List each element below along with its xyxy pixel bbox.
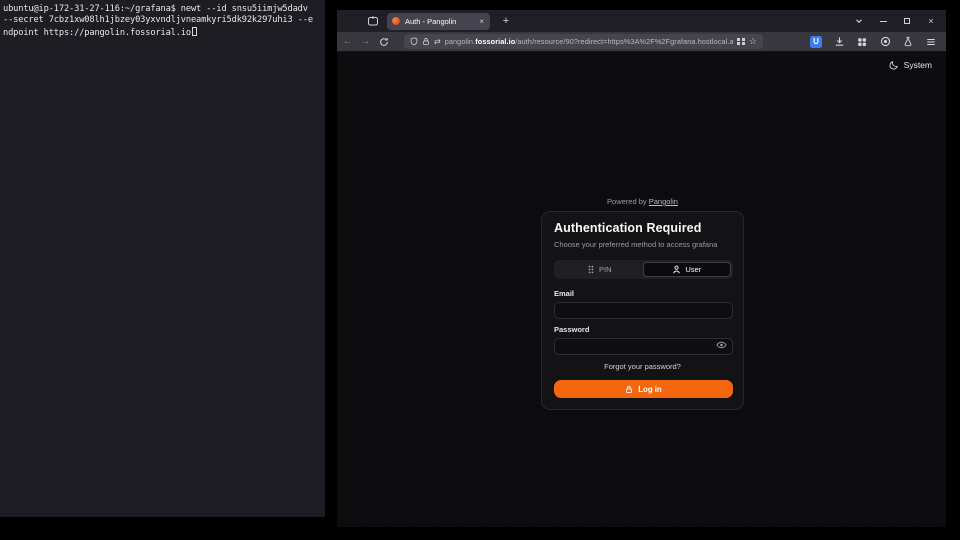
lock-icon <box>422 37 430 46</box>
terminal-cursor <box>192 27 197 36</box>
browser-window: Auth - Pangolin × + × ← → <box>337 10 946 527</box>
powered-by: Powered by Pangolin <box>541 197 744 206</box>
tab-bar: Auth - Pangolin × + × <box>337 10 946 32</box>
url-domain-prefix: pangolin. <box>445 37 476 46</box>
tab-user-label: User <box>685 265 701 274</box>
lock-icon <box>625 385 633 394</box>
terminal-line: ubuntu@ip-172-31-27-116:~/grafana$ newt … <box>3 4 322 15</box>
tab-user[interactable]: User <box>643 262 732 277</box>
extensions-icon <box>857 37 867 47</box>
shield-icon <box>410 37 418 46</box>
url-text: pangolin.fossorial.io/auth/resource/90?r… <box>445 37 734 46</box>
reload-button[interactable] <box>376 34 391 49</box>
terminal-line-text: ndpoint https://pangolin.fossorial.io <box>3 28 191 38</box>
toolbar-extensions: U <box>809 35 946 49</box>
theme-toggle-label: System <box>904 60 932 70</box>
forward-button[interactable]: → <box>358 34 373 49</box>
pangolin-favicon-icon <box>392 17 400 25</box>
auth-card: Authentication Required Choose your pref… <box>541 211 744 410</box>
minimize-icon <box>880 21 887 22</box>
theme-toggle-button[interactable]: System <box>889 60 932 70</box>
email-field[interactable] <box>554 302 733 319</box>
url-bar[interactable]: ⇄ pangolin.fossorial.io/auth/resource/90… <box>404 34 763 49</box>
powered-by-text: Powered by <box>607 197 647 206</box>
dialpad-icon <box>587 265 595 274</box>
tab-list-button[interactable] <box>853 15 865 27</box>
card-subtitle: Choose your preferred method to access g… <box>554 240 717 249</box>
profile-button[interactable] <box>878 35 892 49</box>
terminal-line: --secret 7cbz1xw08lh1jbzey03yxvndljvneam… <box>3 15 322 26</box>
user-icon <box>672 265 681 274</box>
browser-tab[interactable]: Auth - Pangolin × <box>387 13 490 30</box>
firefox-view-icon <box>367 15 379 27</box>
terminal-window[interactable]: ubuntu@ip-172-31-27-116:~/grafana$ newt … <box>0 0 325 517</box>
url-path: /auth/resource/90?redirect=https%3A%2F%2… <box>515 37 733 46</box>
menu-icon <box>926 37 936 47</box>
moon-icon <box>889 60 899 70</box>
reload-icon <box>379 37 389 47</box>
login-button-label: Log in <box>638 385 661 394</box>
ublock-extension-button[interactable]: U <box>809 35 823 49</box>
page-grid-icon[interactable] <box>737 38 745 46</box>
tab-close-icon[interactable]: × <box>478 17 485 26</box>
labs-button[interactable] <box>901 35 915 49</box>
downloads-button[interactable] <box>832 35 846 49</box>
back-button[interactable]: ← <box>340 34 355 49</box>
minimize-button[interactable] <box>877 15 889 27</box>
page-content: System Powered by Pangolin Authenticatio… <box>337 52 946 527</box>
maximize-button[interactable] <box>901 15 913 27</box>
window-controls: × <box>853 15 946 27</box>
tab-pin-label: PIN <box>599 265 612 274</box>
tab-pin[interactable]: PIN <box>556 262 643 277</box>
show-password-button[interactable] <box>716 340 727 349</box>
pangolin-link[interactable]: Pangolin <box>649 197 678 206</box>
email-label: Email <box>554 289 574 298</box>
alt-service-icon: ⇄ <box>434 37 441 46</box>
bookmark-star-icon[interactable]: ☆ <box>749 36 757 47</box>
url-domain: fossorial.io <box>475 37 515 46</box>
chevron-down-icon <box>855 17 863 25</box>
card-title: Authentication Required <box>554 221 701 235</box>
record-circle-icon <box>880 36 891 47</box>
password-label: Password <box>554 325 589 334</box>
password-field[interactable] <box>554 338 733 355</box>
new-tab-button[interactable]: + <box>498 13 514 29</box>
close-window-button[interactable]: × <box>925 15 937 27</box>
ublock-icon: U <box>810 36 822 48</box>
terminal-line: ndpoint https://pangolin.fossorial.io <box>3 27 322 39</box>
maximize-icon <box>904 18 910 24</box>
eye-icon <box>716 341 727 349</box>
login-button[interactable]: Log in <box>554 380 733 398</box>
tab-title: Auth - Pangolin <box>405 17 478 26</box>
download-icon <box>834 36 845 47</box>
firefox-view-button[interactable] <box>365 13 381 29</box>
forgot-password-link[interactable]: Forgot your password? <box>542 362 743 371</box>
auth-method-toggle: PIN User <box>554 260 733 279</box>
flask-icon <box>903 36 913 47</box>
extensions-button[interactable] <box>855 35 869 49</box>
navigation-toolbar: ← → ⇄ pangolin.fossorial.io/auth/resourc… <box>337 32 946 52</box>
app-menu-button[interactable] <box>924 35 938 49</box>
